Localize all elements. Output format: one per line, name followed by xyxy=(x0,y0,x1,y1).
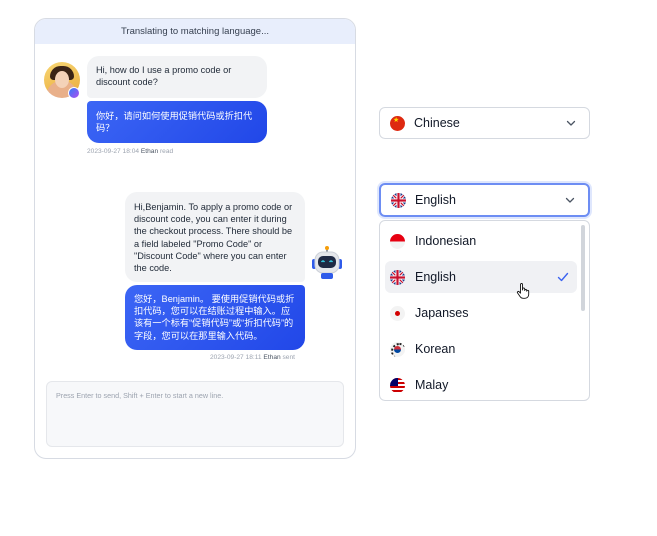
read-status: read xyxy=(159,148,174,155)
check-icon xyxy=(557,272,569,282)
option-japanese[interactable]: Japanses xyxy=(385,297,577,329)
uk-flag-icon xyxy=(390,269,405,285)
language-dropdown-menu: Indonesian English Japanses Korean Malay xyxy=(379,220,590,401)
option-indonesian[interactable]: Indonesian xyxy=(385,225,577,257)
hand-pointer-icon xyxy=(516,283,530,299)
option-malay[interactable]: Malay xyxy=(385,369,577,400)
robot-avatar-icon xyxy=(312,246,342,279)
korea-flag-icon xyxy=(390,341,405,357)
source-language-value: Chinese xyxy=(414,116,460,130)
agent-name: Ethan xyxy=(140,148,159,155)
message-meta: 2023-09-27 18:11 Ethan sent xyxy=(210,354,295,361)
indonesia-flag-icon xyxy=(390,233,405,249)
malaysia-flag-icon xyxy=(390,377,405,393)
agent-name: Ethan xyxy=(263,354,281,361)
uk-flag-icon xyxy=(391,192,406,208)
incoming-message-translation: 你好，请问如何使用促销代码或折扣代码？ xyxy=(87,101,267,143)
messenger-icon xyxy=(68,87,80,99)
target-language-select[interactable]: English xyxy=(379,183,590,217)
outgoing-message: Hi,Benjamin. To apply a promo code or di… xyxy=(125,192,305,282)
incoming-message: Hi, how do I use a promo code or discoun… xyxy=(87,56,267,98)
japan-flag-icon xyxy=(390,305,405,321)
sent-status: sent xyxy=(282,354,295,361)
chat-panel: Translating to matching language... Hi, … xyxy=(34,18,356,459)
outgoing-message-translation: 您好，Benjamin。 要使用促销代码或折扣代码，您可以在结账过程中输入。应该… xyxy=(125,285,305,350)
source-language-select[interactable]: Chinese xyxy=(379,107,590,139)
china-flag-icon xyxy=(390,115,405,131)
option-korean[interactable]: Korean xyxy=(385,333,577,365)
message-meta: 2023-09-27 18:04 Ethan read xyxy=(87,148,174,155)
dropdown-scrollbar[interactable] xyxy=(581,225,585,311)
message-input[interactable]: Press Enter to send, Shift + Enter to st… xyxy=(46,381,344,447)
translation-banner: Translating to matching language... xyxy=(35,19,355,44)
chevron-down-icon xyxy=(566,120,576,126)
option-english[interactable]: English xyxy=(385,261,577,293)
target-language-value: English xyxy=(415,193,456,207)
chevron-down-icon xyxy=(565,197,575,203)
